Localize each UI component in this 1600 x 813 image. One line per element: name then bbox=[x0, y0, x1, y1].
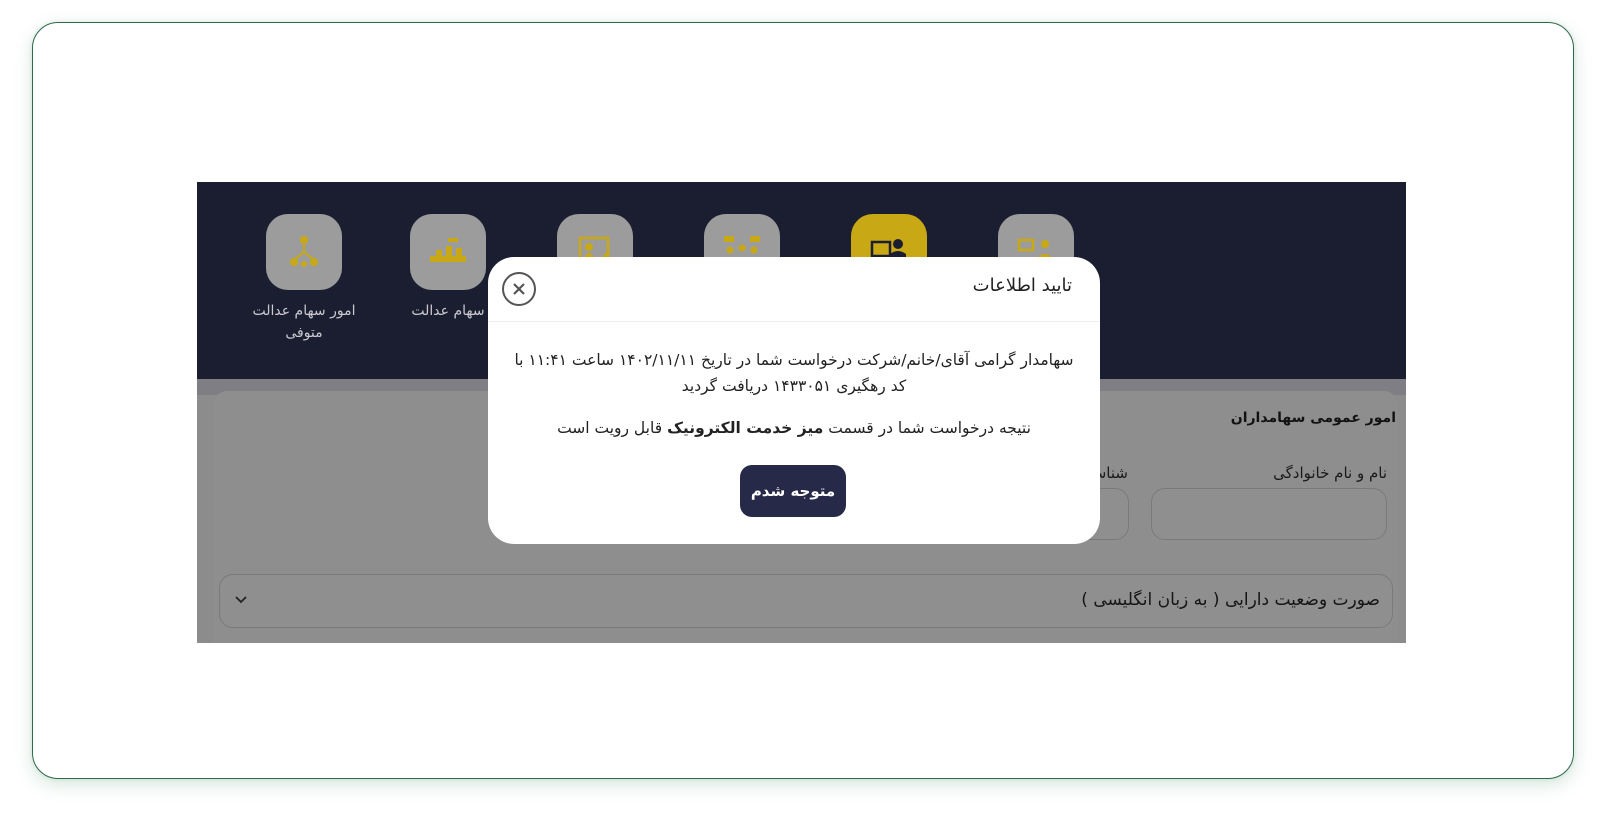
dialog-message: سهامدار گرامی آقای/خانم/شرکت درخواست شما… bbox=[514, 351, 1074, 395]
service-label: امور سهام عدالت متوفی bbox=[252, 303, 356, 341]
note-suffix: قابل رویت است bbox=[557, 419, 663, 437]
electronic-service-desk-link: میز خدمت الکترونیک bbox=[667, 419, 824, 437]
justice-shares-icon bbox=[430, 238, 466, 262]
full-name-label: نام و نام خانوادگی bbox=[1273, 464, 1387, 482]
chevron-down-icon bbox=[235, 596, 247, 604]
full-name-input[interactable] bbox=[1151, 488, 1387, 540]
inheritance-network-icon bbox=[290, 236, 318, 267]
service-tile bbox=[266, 214, 342, 290]
dialog-title: تایید اطلاعات bbox=[972, 275, 1072, 296]
close-icon bbox=[513, 283, 525, 295]
note-prefix: نتیجه درخواست شما در قسمت bbox=[828, 419, 1031, 437]
dialog-header: تایید اطلاعات bbox=[488, 257, 1100, 322]
asset-statement-dropdown[interactable]: صورت وضعیت دارایی ( به زبان انگلیسی ) bbox=[219, 574, 1393, 628]
close-button[interactable] bbox=[502, 272, 536, 306]
section-title: امور عمومی سهامداران bbox=[1230, 410, 1396, 426]
service-tile bbox=[410, 214, 486, 290]
confirmation-dialog: تایید اطلاعات سهامدار گرامی آقای/خانم/شر… bbox=[488, 257, 1100, 544]
dropdown-label: صورت وضعیت دارایی ( به زبان انگلیسی ) bbox=[1081, 590, 1380, 610]
dialog-note: نتیجه درخواست شما در قسمت میز خدمت الکتر… bbox=[514, 419, 1074, 437]
acknowledge-button[interactable]: متوجه شدم bbox=[740, 465, 846, 517]
service-deceased-justice-shares[interactable]: امور سهام عدالت متوفی bbox=[239, 214, 369, 344]
